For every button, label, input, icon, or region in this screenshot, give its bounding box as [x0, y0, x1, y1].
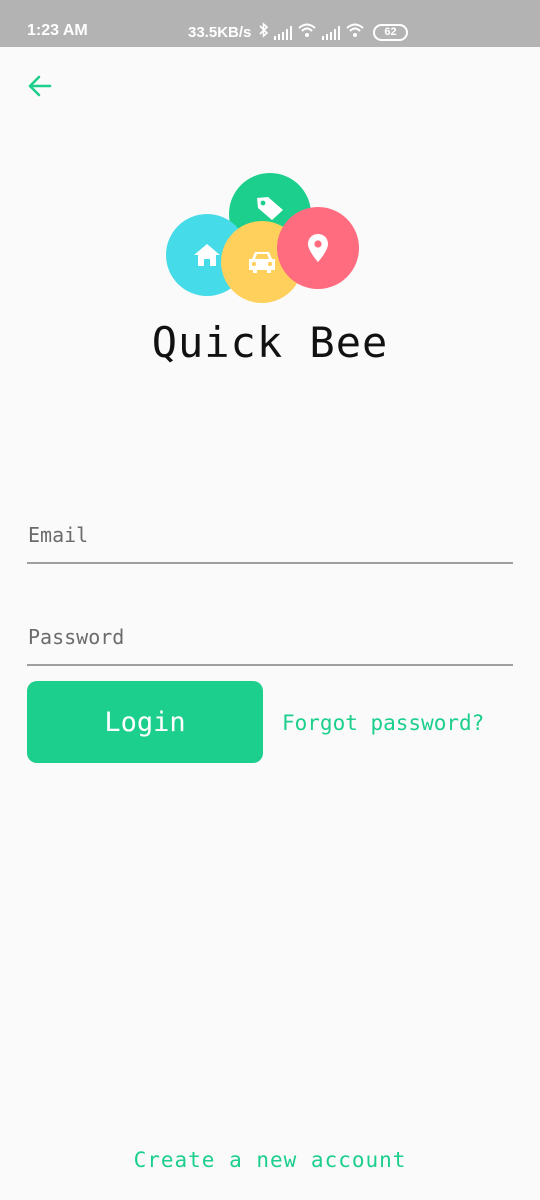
wifi-icon — [345, 22, 365, 43]
wifi-icon — [297, 22, 317, 43]
logo-circle-pink — [277, 207, 359, 289]
back-button[interactable] — [24, 70, 56, 102]
bluetooth-icon — [259, 22, 269, 43]
email-field[interactable] — [27, 514, 513, 564]
app-title: Quick Bee — [151, 318, 389, 367]
status-icons: 33.5KB/s 62 — [188, 22, 408, 43]
signal-icon — [321, 25, 341, 40]
home-icon — [194, 244, 220, 266]
status-bar: 1:23 AM 33.5KB/s 62 — [0, 0, 540, 47]
tag-icon — [257, 197, 283, 220]
car-icon — [249, 252, 275, 273]
status-time: 1:23 AM — [27, 22, 88, 39]
signal-icon — [273, 25, 293, 40]
arrow-left-icon — [28, 75, 52, 97]
create-account-link[interactable]: Create a new account — [0, 1148, 540, 1172]
forgot-password-link[interactable]: Forgot password? — [282, 711, 484, 735]
network-speed: 33.5KB/s — [188, 24, 252, 41]
password-field[interactable] — [27, 616, 513, 666]
battery-icon: 62 — [373, 24, 408, 41]
app-logo — [165, 170, 365, 305]
location-pin-icon — [308, 234, 328, 262]
login-button[interactable]: Login — [27, 681, 263, 763]
battery-level: 62 — [384, 26, 397, 38]
